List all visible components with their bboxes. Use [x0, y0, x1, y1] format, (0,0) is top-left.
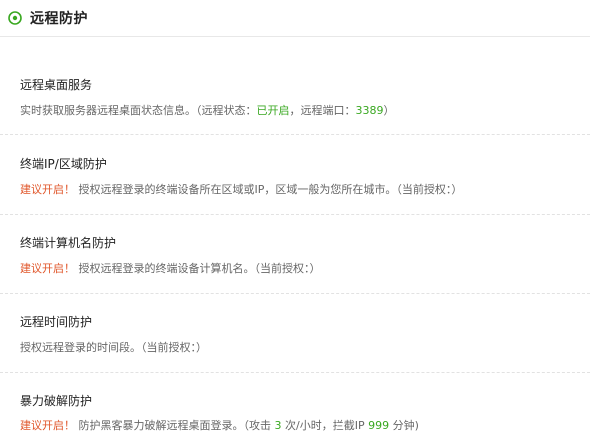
recommend-badge: 建议开启！ [20, 262, 75, 275]
desc-text: 实时获取服务器远程桌面状态信息。（远程状态： [20, 104, 257, 117]
remote-port-value: 3389 [355, 104, 384, 117]
divider [0, 214, 590, 215]
attempts-value: 3 [274, 419, 282, 432]
section-title: 终端IP/区域防护 [20, 157, 107, 171]
section-description: 授权远程登录的时间段。（当前授权：） [20, 341, 207, 354]
page-header: 远程防护 [0, 0, 590, 37]
recommend-badge: 建议开启！ [20, 419, 75, 432]
remote-status-value: 已开启 [256, 104, 290, 117]
desc-text: ） [383, 104, 395, 117]
section-title: 终端计算机名防护 [20, 236, 117, 250]
section-description: 建议开启！ 防护黑客暴力破解远程桌面登录。（攻击 3 次/小时，拦截IP 999… [20, 417, 419, 433]
divider [0, 372, 590, 373]
section-description: 实时获取服务器远程桌面状态信息。（远程状态：已开启，远程端口：3389） [20, 102, 395, 118]
desc-text: 授权远程登录的终端设备计算机名。（当前授权：） [78, 262, 321, 275]
block-minutes-value: 999 [368, 419, 390, 432]
divider [0, 134, 590, 135]
recommend-badge: 建议开启！ [20, 183, 75, 196]
section-description: 建议开启！ 授权远程登录的终端设备计算机名。（当前授权：） [20, 260, 321, 276]
section-title: 远程桌面服务 [20, 78, 93, 92]
desc-text: 次/小时，拦截IP [285, 419, 365, 432]
section-title: 暴力破解防护 [20, 394, 93, 408]
desc-text: ，远程端口： [289, 104, 356, 117]
desc-text: 防护黑客暴力破解远程桌面登录。（攻击 [78, 419, 272, 432]
section-title: 远程时间防护 [20, 315, 93, 329]
divider [0, 293, 590, 294]
shield-icon [8, 11, 22, 25]
page-title: 远程防护 [30, 11, 88, 27]
desc-text: 分钟) [392, 419, 419, 432]
section-description: 建议开启！ 授权远程登录的终端设备所在区域或IP，区域一般为您所在城市。（当前授… [20, 181, 462, 197]
desc-text: 授权远程登录的终端设备所在区域或IP，区域一般为您所在城市。（当前授权：） [78, 183, 463, 196]
